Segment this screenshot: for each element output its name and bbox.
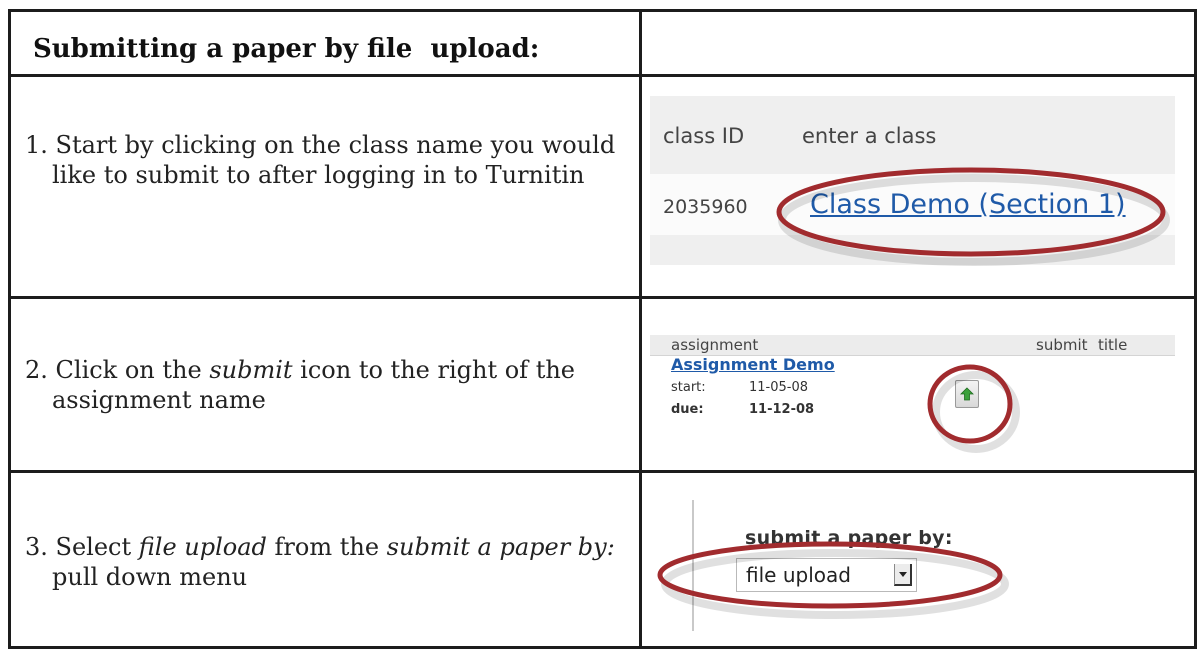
- step-2-emphasis-submit: submit: [209, 356, 293, 384]
- due-date: 11-12-08: [749, 402, 815, 417]
- class-list-screenshot: class ID enter a class 2035960 Class Dem…: [650, 96, 1175, 266]
- upload-arrow-glyph: [960, 387, 974, 401]
- class-name-link[interactable]: Class Demo (Section 1): [810, 189, 1126, 220]
- column-enter-class: enter a class: [802, 124, 937, 148]
- row-divider-3: [11, 470, 1194, 473]
- step-3-part-5: pull down menu: [52, 563, 248, 591]
- step-1-text: 1. Start by clicking on the class name y…: [25, 130, 642, 190]
- dropdown-arrow-icon[interactable]: [894, 564, 912, 586]
- row-divider-2: [11, 296, 1194, 299]
- submit-method-label: submit a paper by:: [745, 527, 953, 549]
- submit-method-select[interactable]: file upload: [736, 558, 917, 592]
- step-3-text: 3. Select file upload from the submit a …: [25, 532, 642, 592]
- step-1-instruction: 1. Start by clicking on the class name y…: [25, 131, 616, 189]
- step-2-part-1: 2. Click on the: [25, 356, 210, 384]
- upload-arrow-icon[interactable]: [955, 380, 979, 408]
- submit-method-screenshot: submit a paper by: file upload: [650, 500, 1175, 631]
- step-3-emphasis-file-upload: file upload: [138, 533, 267, 561]
- step-3-part-1: 3. Select: [25, 533, 139, 561]
- assignment-name-link[interactable]: Assignment Demo: [671, 355, 835, 374]
- row-divider-1: [11, 74, 1194, 77]
- selected-option: file upload: [746, 563, 851, 587]
- column-assignment: assignment: [671, 336, 759, 354]
- column-class-id: class ID: [663, 124, 745, 148]
- column-title: title: [1098, 336, 1128, 354]
- table-title: Submitting a paper by file upload:: [33, 34, 540, 64]
- step-2-text: 2. Click on the submit icon to the right…: [25, 355, 642, 415]
- assignment-list-screenshot: assignment submit title Assignment Demo …: [650, 335, 1175, 453]
- dropdown-triangle: [899, 572, 907, 577]
- start-date: 11-05-08: [749, 380, 809, 395]
- start-label: start:: [671, 380, 706, 395]
- due-label: due:: [671, 402, 704, 417]
- form-left-rule: [692, 500, 694, 631]
- step-3-part-3: from the: [266, 533, 387, 561]
- class-id-value: 2035960: [663, 196, 748, 218]
- step-3-emphasis-submit-by: submit a paper by:: [386, 533, 615, 561]
- column-submit: submit: [1036, 336, 1088, 354]
